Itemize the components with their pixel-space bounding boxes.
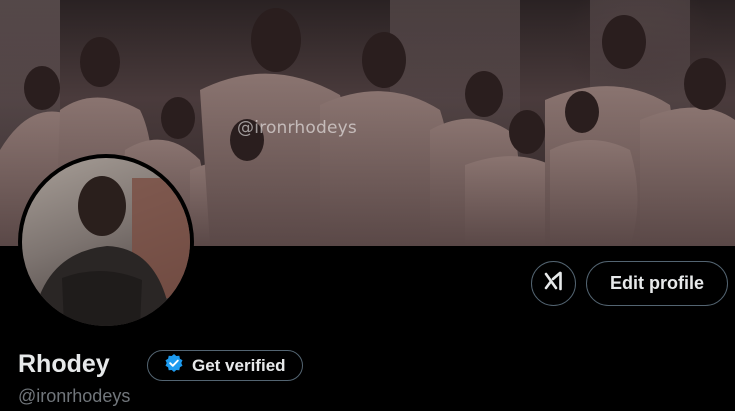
edit-profile-button[interactable]: Edit profile — [586, 261, 728, 306]
edit-profile-label: Edit profile — [610, 273, 704, 293]
get-verified-button[interactable]: Get verified — [147, 350, 303, 381]
handle: @ironrhodeys — [18, 386, 131, 406]
verified-badge-icon — [164, 353, 184, 378]
avatar-photo — [22, 158, 190, 326]
banner-watermark: @ironrhodeys — [237, 118, 357, 138]
get-verified-label: Get verified — [192, 355, 286, 375]
grok-icon — [543, 270, 565, 297]
avatar[interactable] — [18, 154, 194, 330]
grok-button[interactable] — [531, 261, 576, 306]
display-name: Rhodey — [18, 350, 110, 378]
